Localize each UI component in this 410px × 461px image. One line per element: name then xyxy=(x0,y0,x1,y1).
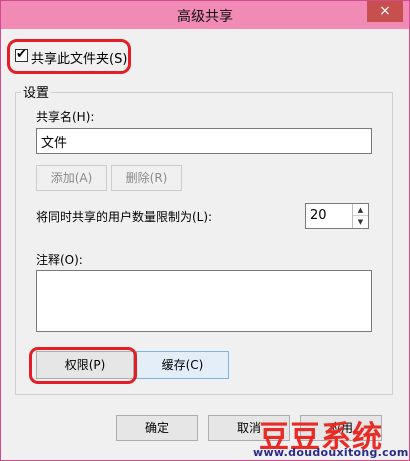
advanced-sharing-dialog: 高级共享 × ✔ 共享此文件夹(S) 设置 共享名(H): 文件 添加(A) 删… xyxy=(0,0,410,461)
spinner-buttons: ▲ ▼ xyxy=(352,204,368,228)
add-button[interactable]: 添加(A) xyxy=(36,165,107,191)
title-bar[interactable]: 高级共享 × xyxy=(1,1,409,29)
dialog-title: 高级共享 xyxy=(177,9,233,25)
close-button[interactable]: × xyxy=(367,1,403,22)
ok-button[interactable]: 确定 xyxy=(116,415,198,441)
user-limit-value[interactable]: 20 xyxy=(310,208,327,223)
spin-down-button[interactable]: ▼ xyxy=(353,216,368,228)
settings-group-label: 设置 xyxy=(21,82,52,101)
cache-button[interactable]: 缓存(C) xyxy=(136,351,229,379)
user-limit-label: 将同时共享的用户数量限制为(L): xyxy=(36,210,213,224)
remove-button[interactable]: 删除(R) xyxy=(111,165,182,191)
share-name-input[interactable]: 文件 xyxy=(36,128,372,154)
spin-up-button[interactable]: ▲ xyxy=(353,204,368,216)
arrow-up-icon: ▲ xyxy=(357,206,364,214)
comment-label: 注释(O): xyxy=(36,253,83,267)
arrow-down-icon: ▼ xyxy=(357,218,364,226)
share-name-label: 共享名(H): xyxy=(36,110,95,124)
user-limit-spinner[interactable]: 20 ▲ ▼ xyxy=(305,203,369,229)
close-icon: × xyxy=(379,3,391,19)
site-watermark-url: www.doudouxitong.com xyxy=(253,446,409,459)
red-highlight-share-checkbox xyxy=(7,39,131,74)
red-highlight-permissions xyxy=(29,347,137,384)
comment-textarea[interactable] xyxy=(36,270,372,332)
